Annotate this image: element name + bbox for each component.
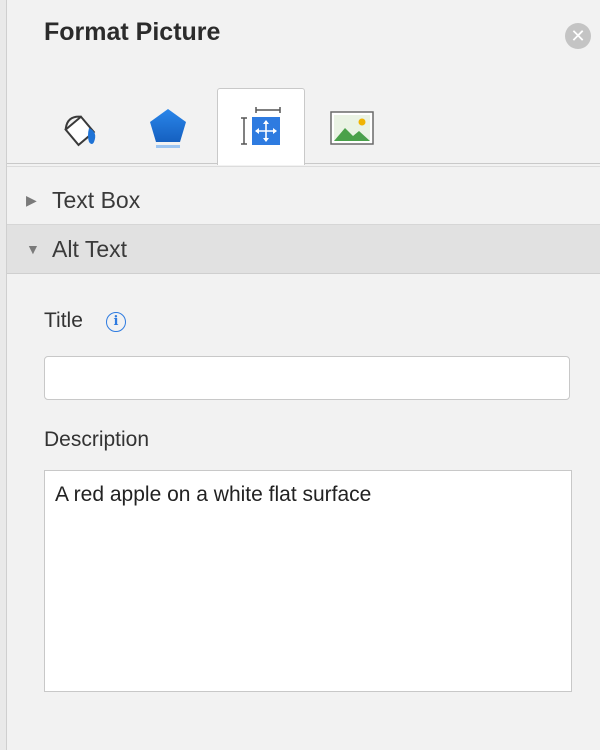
size-properties-icon (241, 107, 281, 145)
format-picture-pane: Format Picture ✕ ▶ Text Box ▼ Alt Text T… (6, 0, 600, 750)
description-label: Description (44, 428, 150, 451)
pentagon-icon (150, 108, 186, 148)
section-alt-text[interactable]: ▼ Alt Text (7, 225, 600, 274)
tab-size-properties[interactable] (217, 88, 305, 165)
collapsed-arrow-icon: ▶ (26, 191, 37, 208)
section-text-box-label: Text Box (52, 186, 141, 213)
title-input[interactable] (44, 356, 570, 400)
paint-bucket-icon (64, 114, 96, 146)
pane-title: Format Picture (44, 18, 221, 46)
close-icon[interactable]: ✕ (565, 23, 591, 49)
section-alt-text-label: Alt Text (52, 235, 127, 262)
picture-icon (330, 110, 374, 145)
tab-effects[interactable] (125, 92, 211, 163)
tab-fill-line[interactable] (37, 92, 123, 163)
info-icon[interactable]: i (106, 312, 126, 332)
description-textarea[interactable]: A red apple on a white flat surface (44, 470, 572, 692)
pane-header: Format Picture ✕ (7, 0, 600, 64)
section-text-box[interactable]: ▶ Text Box (7, 176, 600, 225)
tab-picture[interactable] (309, 92, 395, 163)
tab-strip (7, 84, 600, 165)
expanded-arrow-icon: ▼ (26, 241, 40, 257)
title-label: Title (44, 309, 83, 332)
